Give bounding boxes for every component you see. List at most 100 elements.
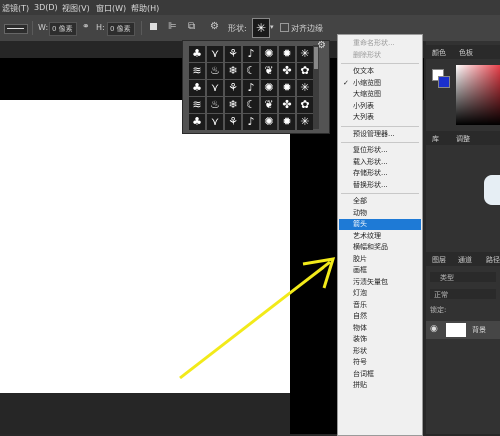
menu-help[interactable]: 帮助(H) (131, 3, 159, 14)
tab-channels[interactable]: 通道 (458, 255, 472, 265)
menu-item[interactable]: 动物 (339, 208, 421, 219)
menu-item-label: 大列表 (353, 113, 374, 121)
settings-gear-icon[interactable]: ⚙ (210, 21, 219, 32)
menu-item[interactable]: 大缩览图 (339, 89, 421, 100)
path-ops-icon[interactable] (150, 23, 157, 30)
music-note-icon[interactable]: ♪ (243, 46, 259, 62)
seal-icon[interactable]: ✺ (261, 114, 277, 130)
paw-icon[interactable]: ✿ (297, 63, 313, 79)
link-icon[interactable]: ⚭ (82, 22, 90, 32)
menu-item[interactable]: 预设管理器... (339, 129, 421, 140)
star-burst-icon[interactable]: ✳ (297, 46, 313, 62)
visibility-eye-icon[interactable]: ◉ (430, 324, 438, 334)
tab-layers[interactable]: 图层 (432, 255, 446, 265)
seal-icon[interactable]: ✺ (261, 46, 277, 62)
menu-view[interactable]: 视图(V) (62, 3, 90, 14)
right-panels: 颜色 色板 库 调整 图层 通道 路径 类型 正常 锁定: ◉ 背景 (426, 41, 500, 434)
flame-icon[interactable]: ♨ (207, 63, 223, 79)
layer-filter-select[interactable]: 类型 (430, 272, 496, 282)
width-field[interactable]: 0 像素 (49, 22, 77, 36)
tab-swatches[interactable]: 色板 (459, 48, 473, 58)
menu-item[interactable]: 台词框 (339, 369, 421, 380)
menu-item[interactable]: 横幅和奖品 (339, 242, 421, 253)
color-field[interactable] (456, 65, 500, 125)
burst-icon[interactable]: ✹ (279, 80, 295, 96)
menu-item[interactable]: 物体 (339, 323, 421, 334)
checkmark-icon: ✓ (343, 78, 349, 87)
stroke-type-select[interactable] (4, 24, 28, 34)
menu-item[interactable]: ✓ 小缩览图 (339, 78, 421, 89)
tab-library[interactable]: 库 (432, 134, 439, 144)
menu-filter[interactable]: 滤镜(T) (2, 3, 29, 14)
menu-item[interactable]: 小列表 (339, 101, 421, 112)
menu-item[interactable]: 形状 (339, 346, 421, 357)
menu-item-label: 大缩览图 (353, 90, 381, 98)
menu-item[interactable]: 符号 (339, 357, 421, 368)
menu-item[interactable]: 装饰 (339, 334, 421, 345)
snowflake-icon[interactable]: ❄ (225, 63, 241, 79)
menu-item-label: 灯泡 (353, 289, 367, 297)
paw-icon[interactable]: ✿ (297, 97, 313, 113)
waves-icon[interactable]: ≋ (189, 97, 205, 113)
menu-item[interactable]: 胶片 (339, 254, 421, 265)
tree-icon[interactable]: ♣ (189, 114, 205, 130)
tree-icon[interactable]: ♣ (189, 46, 205, 62)
background-swatch[interactable] (438, 76, 450, 88)
butterfly-icon[interactable]: ⚘ (225, 46, 241, 62)
blend-mode-select[interactable]: 正常 (430, 289, 496, 299)
picker-scrollbar[interactable] (313, 45, 319, 129)
menu-item[interactable]: 拼贴 (339, 380, 421, 391)
seal-icon[interactable]: ✺ (261, 80, 277, 96)
waves-icon[interactable]: ≋ (189, 63, 205, 79)
grass-icon[interactable]: ⋎ (207, 114, 223, 130)
height-field[interactable]: 0 像素 (107, 22, 135, 36)
menu-item[interactable]: 替换形状... (339, 180, 421, 191)
star-burst-icon[interactable]: ✳ (297, 114, 313, 130)
crescent-moon-icon[interactable]: ☾ (243, 63, 259, 79)
menu-item-label: 小列表 (353, 101, 374, 110)
menu-window[interactable]: 窗口(W) (96, 3, 126, 14)
menu-item[interactable]: 音乐 (339, 300, 421, 311)
menu-item[interactable]: 载入形状... (339, 157, 421, 168)
leaf-icon[interactable]: ❦ (261, 63, 277, 79)
flame-icon[interactable]: ♨ (207, 97, 223, 113)
menu-item[interactable]: 画框 (339, 265, 421, 276)
snowflake-icon[interactable]: ❄ (225, 97, 241, 113)
align-edges-checkbox[interactable] (280, 23, 289, 32)
leaf-icon[interactable]: ❦ (261, 97, 277, 113)
menu-item[interactable]: 仅文本 (339, 66, 421, 77)
crescent-moon-icon[interactable]: ☾ (243, 97, 259, 113)
menu-item[interactable]: 自然 (339, 311, 421, 322)
menu-item[interactable]: 灯泡 (339, 288, 421, 299)
shape-preview-button[interactable]: ✳ (252, 18, 270, 38)
burst-icon[interactable]: ✹ (279, 46, 295, 62)
music-note-icon[interactable]: ♪ (243, 80, 259, 96)
maple-leaf-icon[interactable]: ✤ (279, 63, 295, 79)
tree-icon[interactable]: ♣ (189, 80, 205, 96)
menu-item[interactable]: 大列表 (339, 112, 421, 123)
burst-icon[interactable]: ✹ (279, 114, 295, 130)
menu-item[interactable]: 污渍矢量包 (339, 277, 421, 288)
music-note-icon[interactable]: ♪ (243, 114, 259, 130)
align-icon[interactable]: ⊫ (168, 21, 177, 32)
menu-item-label: 音乐 (353, 300, 367, 309)
menu-3d[interactable]: 3D(D) (34, 3, 58, 12)
menu-item[interactable]: 复位形状... (339, 145, 421, 156)
butterfly-icon[interactable]: ⚘ (225, 114, 241, 130)
grass-icon[interactable]: ⋎ (207, 80, 223, 96)
arrange-icon[interactable]: ⧉ (188, 21, 195, 32)
grass-icon[interactable]: ⋎ (207, 46, 223, 62)
butterfly-icon[interactable]: ⚘ (225, 80, 241, 96)
tab-paths[interactable]: 路径 (486, 255, 500, 265)
menu-item[interactable]: 存储形状... (339, 168, 421, 179)
menu-item[interactable]: 箭头 (339, 219, 421, 230)
menu-item[interactable]: 艺术纹理 (339, 231, 421, 242)
star-burst-icon[interactable]: ✳ (297, 80, 313, 96)
maple-leaf-icon[interactable]: ✤ (279, 97, 295, 113)
menu-item[interactable]: 全部 (339, 196, 421, 207)
layer-row-background[interactable]: ◉ 背景 (426, 321, 500, 339)
scroll-thumb[interactable] (314, 47, 318, 69)
tab-color[interactable]: 颜色 (432, 48, 446, 58)
chevron-down-icon[interactable]: ▾ (270, 23, 274, 31)
tab-adjustments[interactable]: 调整 (456, 134, 470, 144)
